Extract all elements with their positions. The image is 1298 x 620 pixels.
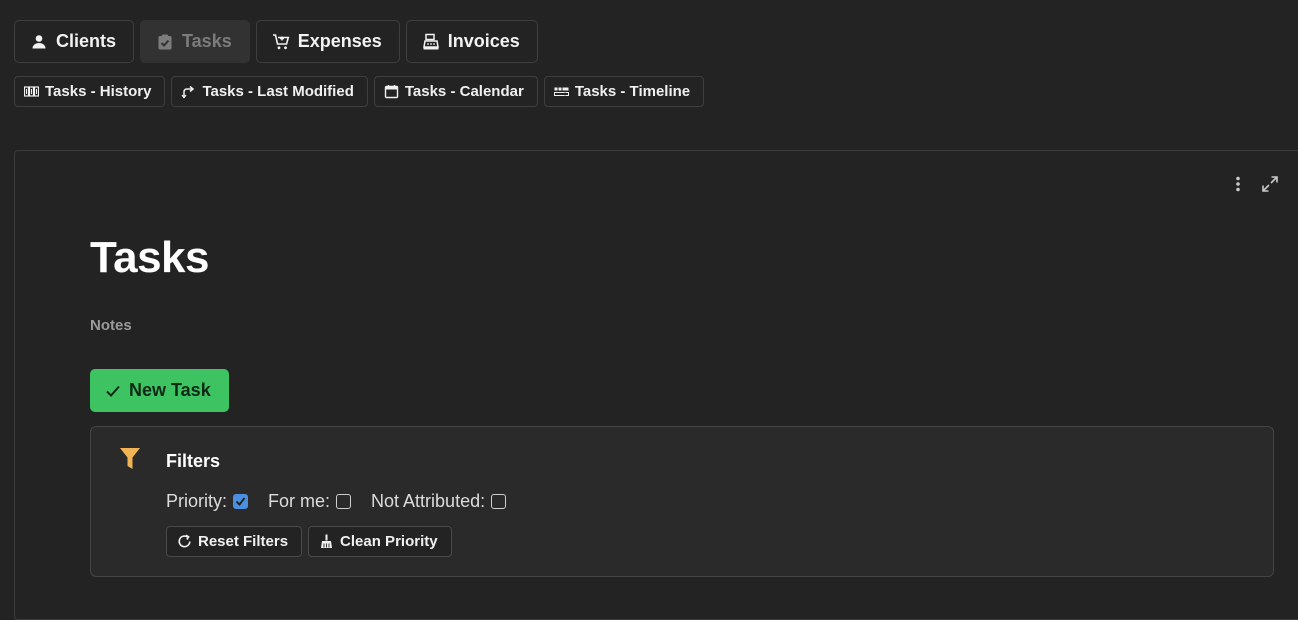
- clean-priority-button[interactable]: Clean Priority: [308, 526, 452, 557]
- not-attributed-checkbox[interactable]: [491, 494, 507, 509]
- filter-not-attributed: Not Attributed:: [371, 491, 507, 512]
- filter-priority: Priority:: [166, 491, 249, 512]
- reset-filters-label: Reset Filters: [198, 533, 289, 550]
- tab-tasks[interactable]: Tasks: [140, 20, 250, 63]
- cart-icon: [272, 33, 290, 51]
- expand-icon[interactable]: [1261, 175, 1279, 193]
- cash-register-icon: [422, 33, 440, 51]
- person-icon: [30, 33, 48, 51]
- sub-nav: Tasks - History Tasks - Last Modified Ta…: [14, 76, 705, 107]
- check-icon: [105, 383, 121, 399]
- subnav-tasks-calendar[interactable]: Tasks - Calendar: [373, 76, 538, 107]
- panel-toolbar: [1229, 175, 1279, 193]
- calendar-icon: [384, 84, 399, 99]
- filter-for-me: For me:: [268, 491, 352, 512]
- more-options-icon[interactable]: [1229, 175, 1247, 193]
- filter-priority-label: Priority:: [166, 491, 228, 511]
- clipboard-check-icon: [156, 33, 174, 51]
- broom-icon: [319, 534, 334, 549]
- filter-not-attributed-label: Not Attributed:: [371, 491, 486, 511]
- subnav-tasks-history-label: Tasks - History: [45, 83, 152, 100]
- clean-priority-label: Clean Priority: [340, 533, 438, 550]
- tab-invoices-label: Invoices: [447, 31, 520, 51]
- subnav-tasks-timeline[interactable]: Tasks - Timeline: [543, 76, 705, 107]
- tab-tasks-label: Tasks: [182, 31, 232, 51]
- filter-for-me-label: For me:: [268, 491, 331, 511]
- new-task-label: New Task: [129, 380, 211, 400]
- subnav-tasks-history[interactable]: Tasks - History: [14, 76, 166, 107]
- filters-box: Filters Priority: For me: Not Attributed…: [90, 426, 1274, 577]
- tab-expenses[interactable]: Expenses: [255, 20, 400, 63]
- subnav-tasks-last-modified[interactable]: Tasks - Last Modified: [171, 76, 368, 107]
- for-me-checkbox[interactable]: [336, 494, 352, 509]
- timeline-icon: [553, 84, 569, 99]
- subnav-tasks-timeline-label: Tasks - Timeline: [574, 83, 691, 100]
- tab-expenses-label: Expenses: [297, 31, 382, 51]
- funnel-icon: [119, 447, 141, 471]
- subnav-tasks-last-modified-label: Tasks - Last Modified: [202, 83, 354, 100]
- main-nav: Clients Tasks Expenses Invoices: [14, 20, 538, 63]
- tasks-panel: Tasks Notes New Task Filters Priority: F…: [14, 150, 1298, 620]
- filters-title: Filters: [166, 451, 221, 471]
- branch-icon: [181, 84, 196, 99]
- subnav-tasks-calendar-label: Tasks - Calendar: [404, 83, 524, 100]
- notes-label: Notes: [90, 317, 132, 334]
- tab-clients-label: Clients: [56, 31, 117, 51]
- priority-checkbox[interactable]: [233, 494, 249, 509]
- filter-actions: Reset Filters Clean Priority: [166, 526, 452, 557]
- tab-clients[interactable]: Clients: [14, 20, 135, 63]
- tab-invoices[interactable]: Invoices: [405, 20, 538, 63]
- page-title: Tasks: [90, 233, 210, 282]
- refresh-icon: [177, 534, 192, 549]
- filter-options: Priority: For me: Not Attributed:: [166, 491, 526, 512]
- new-task-button[interactable]: New Task: [90, 369, 229, 412]
- history-icon: [24, 84, 39, 99]
- reset-filters-button[interactable]: Reset Filters: [166, 526, 303, 557]
